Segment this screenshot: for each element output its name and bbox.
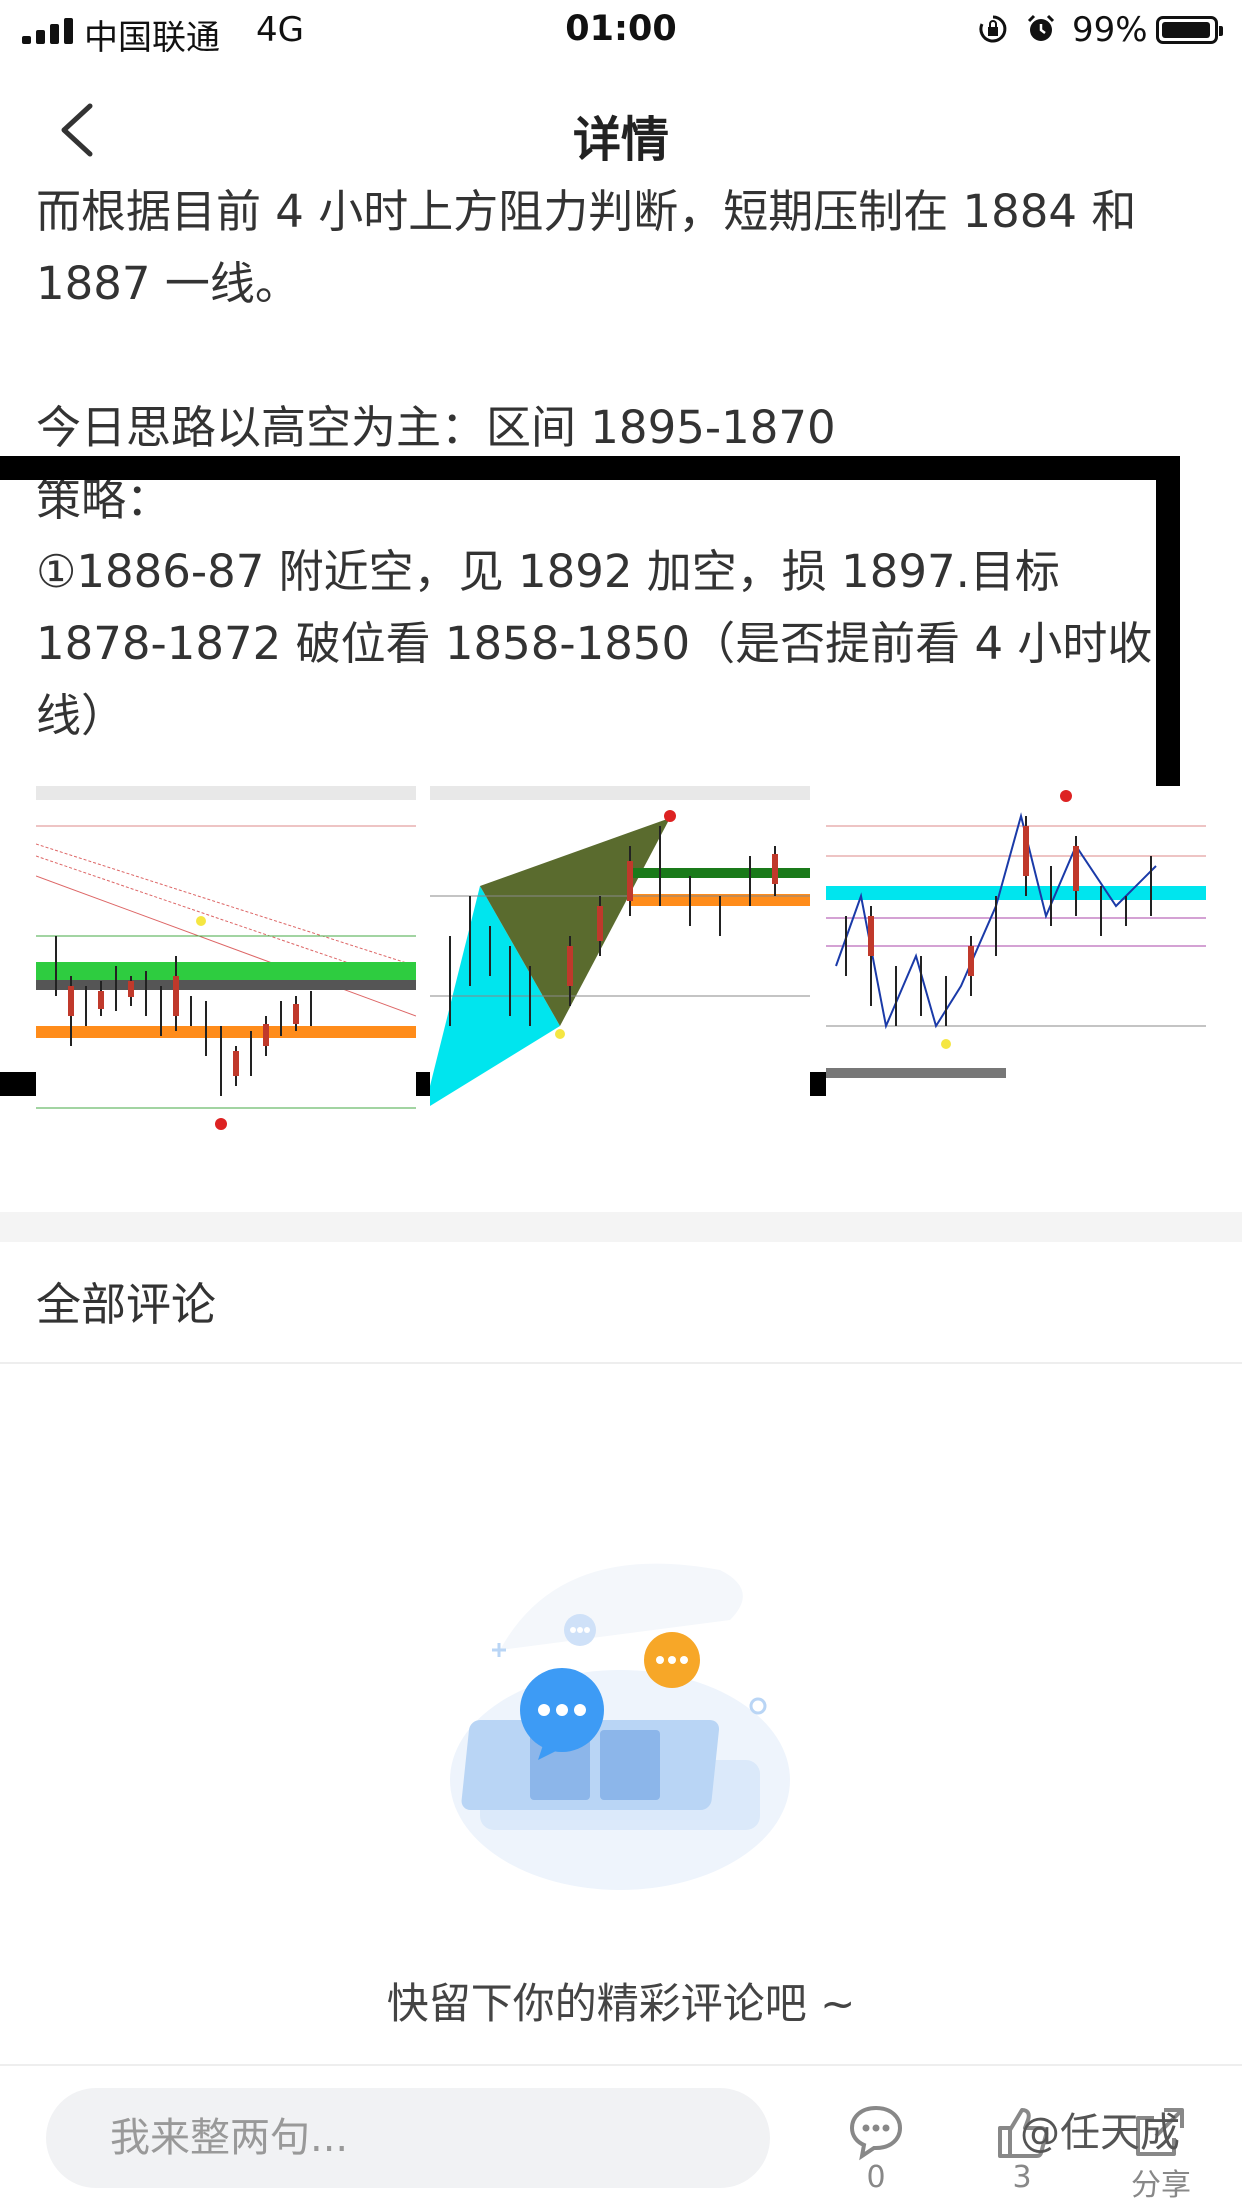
section-divider — [0, 1212, 1242, 1242]
alarm-icon — [1027, 14, 1055, 41]
watermark: @任天成 — [1020, 2110, 1180, 2156]
divider — [0, 1362, 1242, 1364]
comment-count: 0 — [866, 2160, 886, 2195]
battery-icon — [1156, 16, 1223, 44]
article-paragraph: 而根据目前 4 小时上方阻力判断，短期压制在 1884 和 1887 一线。 — [36, 185, 1137, 310]
page-title: 详情 — [572, 112, 669, 168]
comment-bubble-icon[interactable] — [846, 2102, 906, 2162]
status-bar: 中国联通 4G 01:00 99% — [0, 0, 1242, 62]
chart-thumbnail-3[interactable] — [826, 786, 1206, 1136]
empty-comments-illustration — [450, 1563, 790, 1890]
nav-bar: 详情 — [0, 80, 1242, 180]
empty-comments-text: 快留下你的精彩评论吧 ~ — [386, 1979, 856, 2028]
chart-thumbnail-2[interactable] — [430, 786, 810, 1136]
battery-percent: 99% — [1072, 10, 1148, 50]
article-paragraph: 今日思路以高空为主：区间 1895-1870 — [36, 401, 836, 454]
comment-input[interactable]: 我来整两句... — [46, 2088, 770, 2188]
lock-rotation-icon — [979, 15, 1007, 43]
like-count: 3 — [1012, 2160, 1032, 2195]
share-label[interactable]: 分享 — [1124, 2160, 1198, 2204]
chart-thumbnail-1[interactable] — [36, 786, 416, 1136]
comments-title: 全部评论 — [36, 1278, 217, 1331]
